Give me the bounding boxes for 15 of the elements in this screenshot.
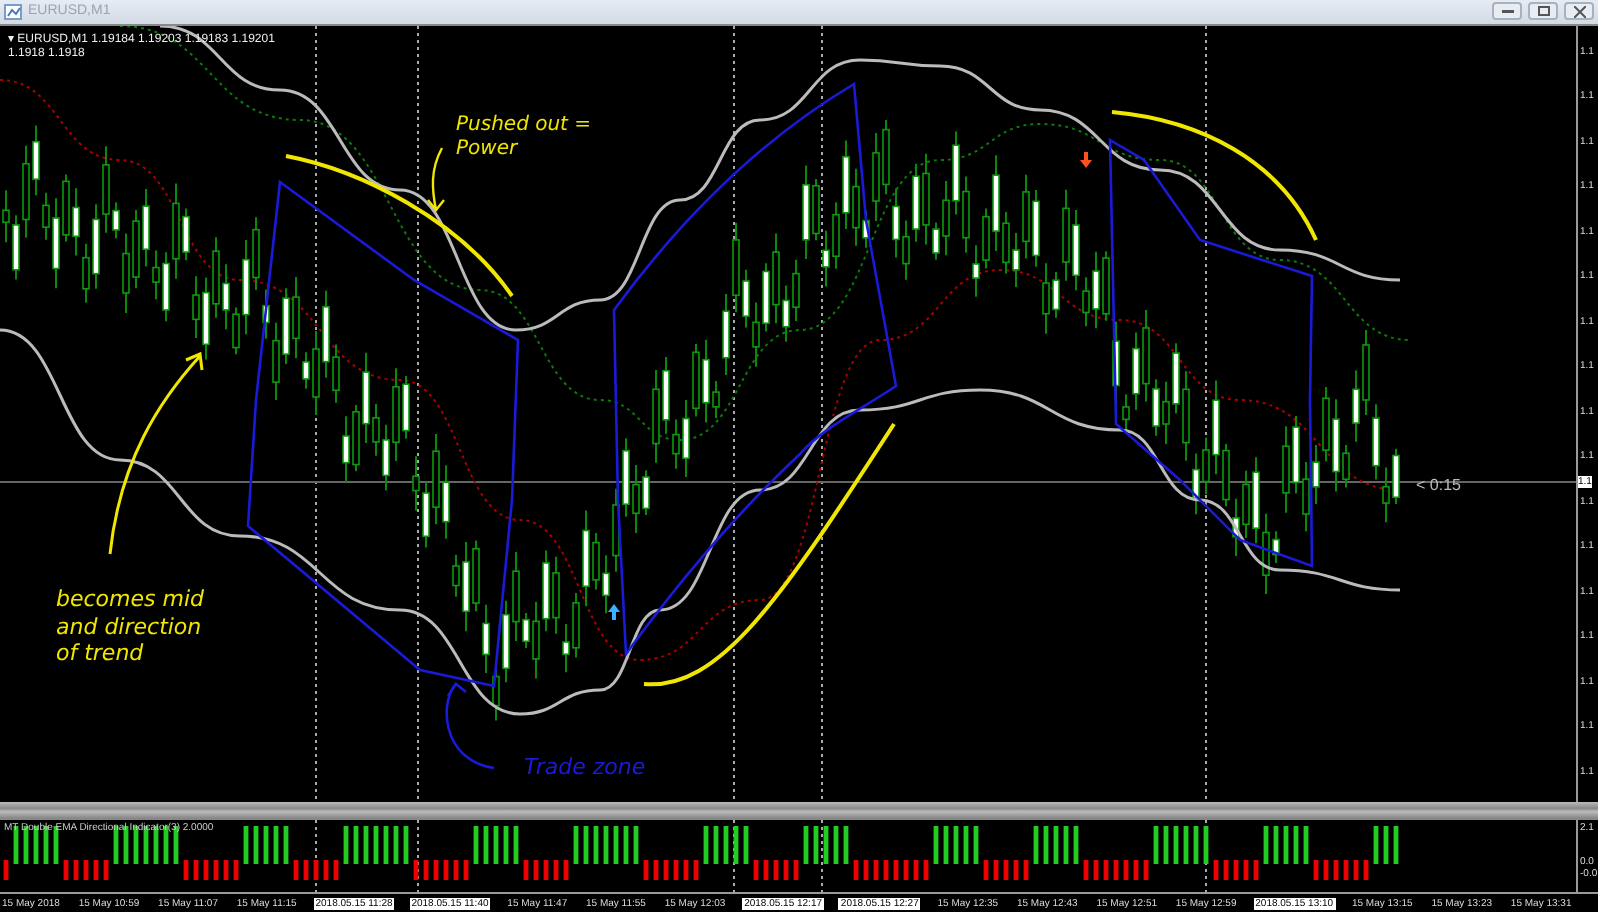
arrow-drawing xyxy=(445,682,496,770)
restore-icon xyxy=(1537,6,1549,17)
arrow-drawing xyxy=(426,146,446,212)
minimize-icon xyxy=(1501,8,1513,15)
up-arrow-icon xyxy=(608,603,620,620)
restore-button[interactable] xyxy=(1528,2,1558,21)
handwritten-note: Pushed out = Power xyxy=(456,113,594,164)
handwritten-note: becomes mid and direction of trend xyxy=(56,585,206,669)
close-button[interactable] xyxy=(1564,2,1594,21)
close-icon xyxy=(1573,5,1585,18)
handwritten-note: Trade zone xyxy=(524,753,648,782)
minimize-button[interactable] xyxy=(1492,2,1522,21)
chart-window-icon xyxy=(4,3,22,20)
down-arrow-icon xyxy=(1080,151,1092,168)
bar-countdown: < 0:15 xyxy=(1416,475,1461,494)
